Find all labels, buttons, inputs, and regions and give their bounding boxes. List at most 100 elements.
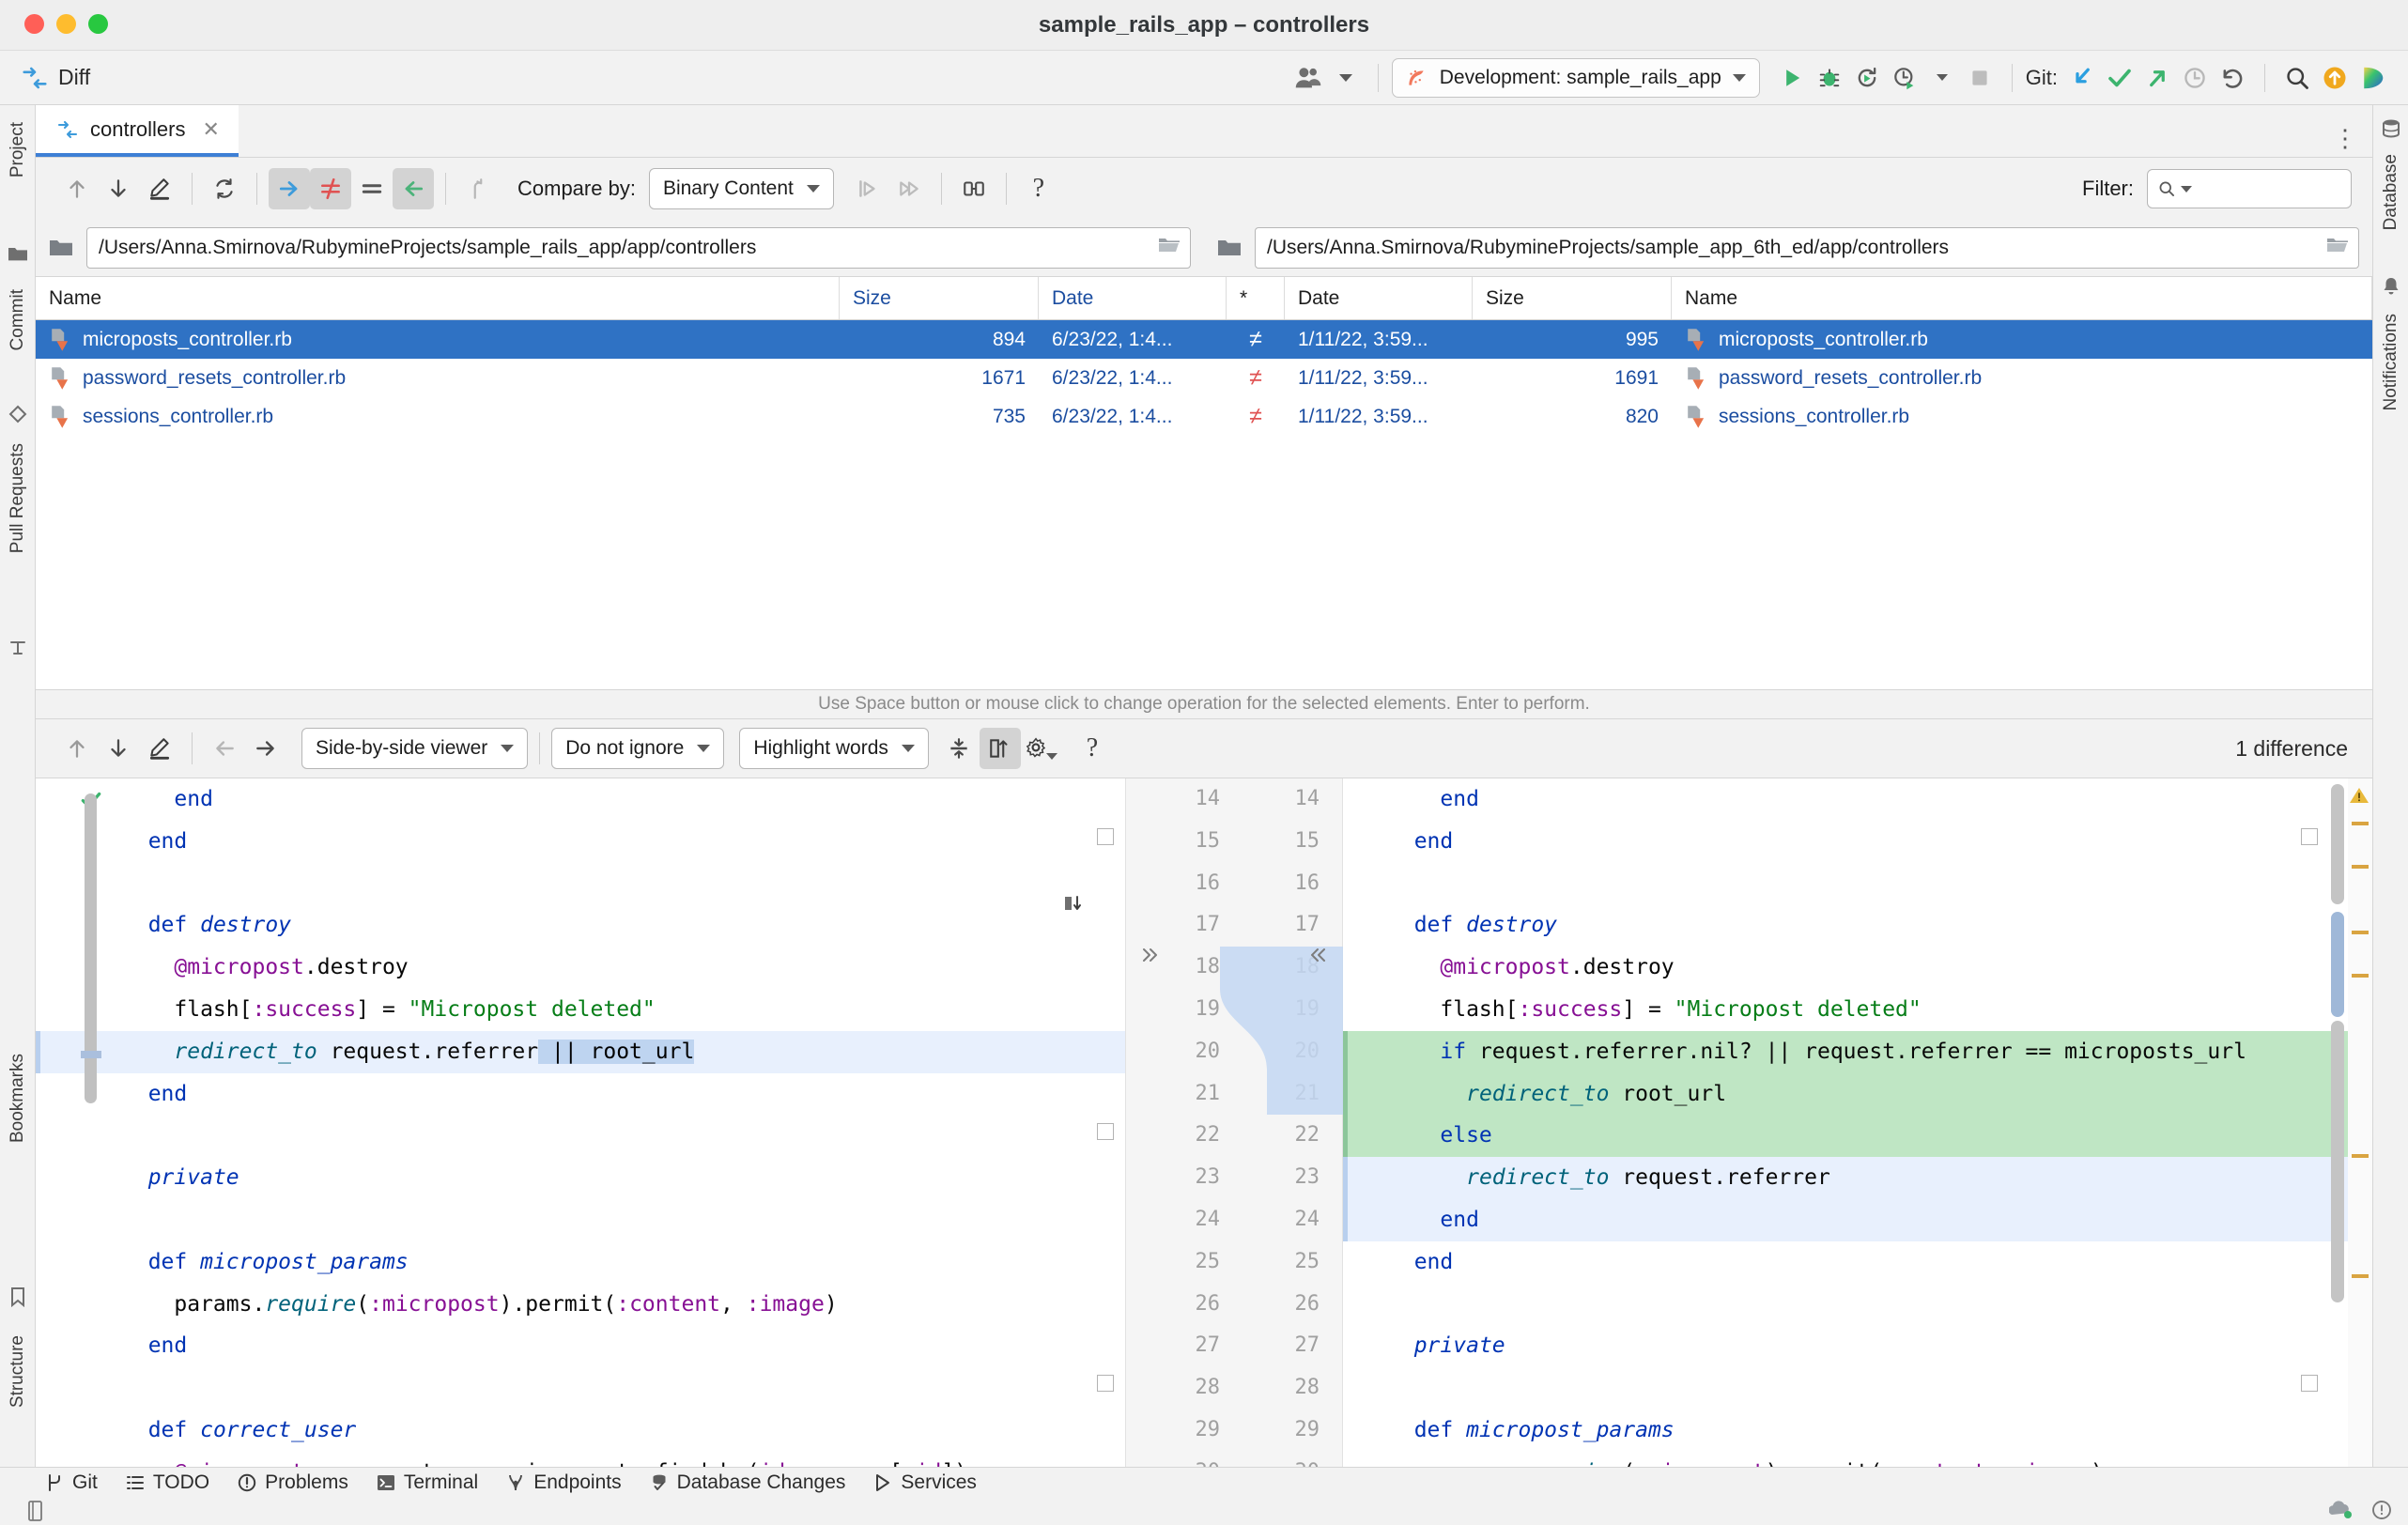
plugin-update-icon[interactable] [2329, 1500, 2354, 1525]
previous-change-button[interactable] [204, 728, 245, 769]
toggle-editor-layout-button[interactable] [980, 728, 1021, 769]
next-difference-button[interactable] [98, 168, 139, 209]
filter-input[interactable] [2147, 169, 2352, 208]
collaborate-dropdown-icon[interactable] [1327, 59, 1365, 97]
status-item-git[interactable]: Git [45, 1471, 98, 1494]
fold-marker[interactable] [1097, 1375, 1114, 1392]
commit-icon[interactable] [8, 404, 28, 429]
synchronize-button[interactable] [457, 168, 499, 209]
ai-assistant-icon[interactable] [2354, 59, 2391, 97]
header-date-left[interactable]: Date [1039, 277, 1227, 319]
edit-source-button[interactable] [139, 168, 180, 209]
header-name-left[interactable]: Name [36, 277, 840, 319]
right-diff-pane[interactable]: end end def destroy @micropost.destroy f… [1343, 778, 2372, 1467]
header-size-right[interactable]: Size [1473, 277, 1672, 319]
show-new-files-toggle[interactable] [269, 168, 310, 209]
header-star[interactable]: * [1227, 277, 1285, 319]
copy-all-to-right-button[interactable] [888, 168, 930, 209]
refresh-button[interactable] [204, 168, 245, 209]
previous-difference-button[interactable] [56, 168, 98, 209]
show-equal-files-toggle[interactable] [351, 168, 393, 209]
collaborate-icon[interactable] [1289, 59, 1327, 97]
git-history-icon[interactable] [2176, 59, 2214, 97]
previous-difference-button-viewer[interactable] [56, 728, 98, 769]
right-scrollbar-change[interactable] [2331, 912, 2344, 1017]
next-difference-button-viewer[interactable] [98, 728, 139, 769]
debug-button[interactable] [1811, 59, 1848, 97]
project-folder-icon[interactable] [8, 244, 28, 268]
ignore-mode-select[interactable]: Do not ignore [551, 728, 724, 769]
left-diff-pane[interactable]: end end def destroy @micropost.destroy f… [36, 778, 1125, 1467]
collapse-unchanged-button[interactable] [938, 728, 980, 769]
compare-files-button[interactable] [953, 168, 995, 209]
compare-by-select[interactable]: Binary Content [649, 168, 834, 209]
settings-button[interactable] [1021, 728, 1062, 769]
next-change-button[interactable] [245, 728, 286, 769]
sidebar-item-commit[interactable]: Commit [8, 289, 28, 350]
run-button[interactable] [1773, 59, 1811, 97]
right-code-content[interactable]: end end def destroy @micropost.destroy f… [1343, 778, 2372, 1467]
right-scrollbar[interactable] [2331, 784, 2344, 904]
right-scrollbar-lower[interactable] [2331, 1021, 2344, 1302]
fold-marker[interactable] [2301, 828, 2318, 845]
status-item-problems[interactable]: Problems [238, 1471, 348, 1494]
copy-to-right-button[interactable] [847, 168, 888, 209]
fold-marker[interactable] [2301, 1375, 2318, 1392]
window-controls[interactable] [24, 14, 108, 34]
sidebar-item-project[interactable]: Project [8, 122, 28, 177]
stop-button[interactable] [1961, 59, 1999, 97]
git-commit-icon[interactable] [2101, 59, 2138, 97]
cell-diff-marker[interactable]: ≠ [1227, 359, 1285, 397]
browse-folder-icon[interactable] [2326, 236, 2349, 260]
pull-request-icon[interactable] [8, 639, 27, 662]
git-push-icon[interactable] [2138, 59, 2176, 97]
help-button-viewer[interactable]: ? [1072, 728, 1113, 769]
cell-diff-marker[interactable]: ≠ [1227, 397, 1285, 436]
show-different-files-toggle[interactable] [310, 168, 351, 209]
show-deleted-files-toggle[interactable] [393, 168, 434, 209]
header-name-right[interactable]: Name [1672, 277, 2372, 319]
sidebar-item-structure[interactable]: Structure [8, 1335, 28, 1408]
run-configuration-selector[interactable]: Development: sample_rails_app [1392, 58, 1760, 98]
changes-overview-strip[interactable] [2348, 778, 2372, 1467]
header-date-right[interactable]: Date [1285, 277, 1473, 319]
status-item-database-changes[interactable]: Database Changes [650, 1471, 846, 1494]
status-item-endpoints[interactable]: Endpoints [506, 1471, 621, 1494]
viewer-mode-select[interactable]: Side-by-side viewer [301, 728, 528, 769]
header-size-left[interactable]: Size [840, 277, 1039, 319]
browse-folder-icon[interactable] [1158, 236, 1181, 260]
left-code-content[interactable]: end end def destroy @micropost.destroy f… [36, 778, 1125, 1467]
status-item-todo[interactable]: TODO [126, 1471, 209, 1494]
table-row[interactable]: sessions_controller.rb7356/23/22, 1:4...… [36, 397, 2372, 436]
maximize-window-button[interactable] [88, 14, 108, 34]
git-update-icon[interactable] [2063, 59, 2101, 97]
sidebar-item-bookmarks[interactable]: Bookmarks [8, 1054, 28, 1143]
sidebar-item-pull-requests[interactable]: Pull Requests [8, 443, 28, 553]
rerun-button[interactable] [1848, 59, 1886, 97]
git-rollback-icon[interactable] [2214, 59, 2251, 97]
status-item-terminal[interactable]: Terminal [377, 1471, 478, 1494]
file-encoding-icon[interactable] [26, 1500, 47, 1525]
highlight-mode-select[interactable]: Highlight words [739, 728, 929, 769]
sidebar-item-notifications[interactable]: Notifications [2381, 314, 2401, 411]
bookmark-icon[interactable] [9, 1286, 26, 1312]
status-item-services[interactable]: Services [873, 1471, 977, 1494]
minimize-window-button[interactable] [56, 14, 76, 34]
tab-options-icon[interactable]: ⋮ [2333, 132, 2357, 144]
bell-icon[interactable] [2382, 276, 2400, 301]
edit-source-button-viewer[interactable] [139, 728, 180, 769]
left-path-input[interactable]: /Users/Anna.Smirnova/RubymineProjects/sa… [86, 227, 1191, 269]
apply-to-left-icon[interactable] [1139, 944, 1162, 971]
fold-marker[interactable] [1097, 1123, 1114, 1140]
close-icon[interactable]: ✕ [202, 117, 219, 142]
database-icon[interactable] [2381, 118, 2401, 144]
sidebar-item-database[interactable]: Database [2381, 154, 2401, 230]
profile-dropdown-icon[interactable] [1923, 59, 1961, 97]
help-button[interactable]: ? [1018, 168, 1059, 209]
search-icon[interactable] [2278, 59, 2316, 97]
fold-marker[interactable] [1097, 828, 1114, 845]
table-row[interactable]: microposts_controller.rb8946/23/22, 1:4.… [36, 320, 2372, 359]
table-row[interactable]: password_resets_controller.rb16716/23/22… [36, 359, 2372, 397]
close-window-button[interactable] [24, 14, 44, 34]
memory-indicator-icon[interactable] [2370, 1499, 2393, 1525]
